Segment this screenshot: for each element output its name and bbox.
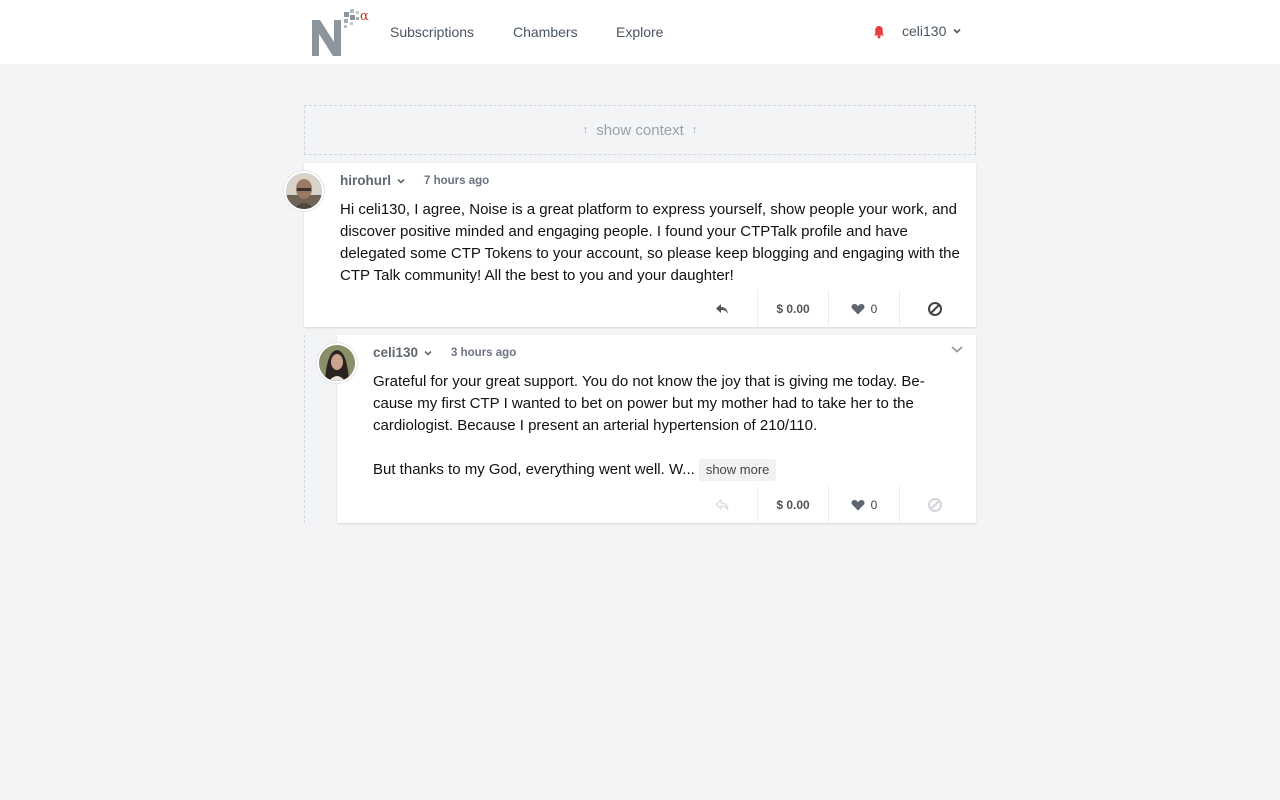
comment-paragraph: Grateful for your great support. You do …: [373, 373, 925, 434]
nav-subscriptions[interactable]: Subscriptions: [390, 24, 474, 40]
comment-actions: $ 0.00 0: [686, 486, 970, 524]
username-label: celi130: [902, 23, 947, 39]
avatar[interactable]: [284, 171, 324, 211]
comment-author[interactable]: hirohurl: [340, 173, 391, 188]
collapse-chevron-icon[interactable]: [950, 344, 964, 354]
like-button[interactable]: 0: [828, 290, 899, 328]
comment-body: Grateful for your great support. You do …: [373, 371, 958, 481]
payout-button[interactable]: $ 0.00: [757, 290, 828, 328]
heart-icon: [851, 304, 865, 315]
like-button[interactable]: 0: [828, 486, 899, 524]
ban-icon: [928, 498, 942, 512]
nav-chambers[interactable]: Chambers: [513, 24, 578, 40]
chevron-down-icon[interactable]: [423, 348, 433, 358]
chevron-down-icon[interactable]: [396, 176, 406, 186]
reply-icon: [715, 304, 728, 314]
user-menu[interactable]: celi130: [902, 23, 962, 39]
comment-paragraph: Hi celi130, I agree, Noise is a great pl…: [340, 201, 960, 284]
reply-button[interactable]: [686, 290, 757, 328]
logo-alpha: α: [360, 9, 369, 24]
comment-body: Hi celi130, I agree, Noise is a great pl…: [340, 199, 960, 287]
like-count: 0: [870, 302, 878, 316]
mute-button[interactable]: [899, 486, 970, 524]
show-context-button[interactable]: ↑ show context ↑: [304, 105, 976, 155]
mute-button[interactable]: [899, 290, 970, 328]
reply-button[interactable]: [686, 486, 757, 524]
top-navbar: α Subscriptions Chambers Explore celi130: [0, 0, 1280, 64]
chevron-down-icon: [953, 28, 961, 34]
payout-amount: $ 0.00: [776, 302, 810, 316]
bell-icon[interactable]: [871, 24, 887, 40]
payout-amount: $ 0.00: [776, 498, 810, 512]
reply-icon: [714, 499, 728, 511]
show-context-label: show context: [596, 121, 684, 139]
comment-paragraph-truncated: But thanks to my God, everything went we…: [373, 459, 958, 481]
comment-timestamp[interactable]: 3 hours ago: [451, 347, 516, 359]
like-count: 0: [870, 498, 878, 512]
nav-explore[interactable]: Explore: [616, 24, 663, 40]
comment-actions: $ 0.00 0: [686, 290, 970, 328]
ban-icon: [928, 302, 942, 316]
comment-timestamp[interactable]: 7 hours ago: [424, 175, 489, 187]
arrow-up-icon: ↑: [691, 124, 698, 136]
truncated-text: But thanks to my God, everything went we…: [373, 461, 695, 478]
payout-button[interactable]: $ 0.00: [757, 486, 828, 524]
show-more-button[interactable]: show more: [698, 459, 777, 481]
noise-logo[interactable]: α: [310, 8, 372, 58]
arrow-up-icon: ↑: [582, 124, 589, 136]
heart-icon: [851, 500, 865, 511]
comment-author[interactable]: celi130: [373, 345, 418, 360]
avatar[interactable]: [317, 343, 357, 383]
thread-line: [304, 335, 305, 523]
